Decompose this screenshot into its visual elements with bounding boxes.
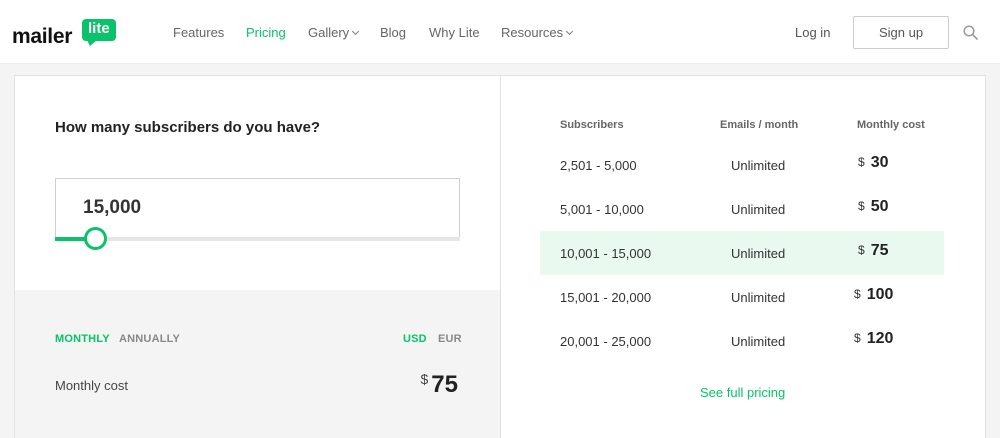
logo-badge: lite xyxy=(82,19,116,41)
row-emails: Unlimited xyxy=(731,290,786,305)
row-range: 10,001 - 15,000 xyxy=(560,246,652,261)
signup-button[interactable]: Sign up xyxy=(853,16,949,49)
chevron-down-icon xyxy=(352,27,360,36)
see-full-pricing-link[interactable]: See full pricing xyxy=(700,385,785,400)
row-emails: Unlimited xyxy=(731,202,786,217)
subscriber-question: How many subscribers do you have? xyxy=(55,119,321,136)
row-emails: Unlimited xyxy=(731,246,786,261)
monthly-cost-label: Monthly cost xyxy=(55,378,128,393)
pricing-calculator-card: How many subscribers do you have? MONTHL… xyxy=(14,75,986,438)
row-range: 20,001 - 25,000 xyxy=(560,334,652,349)
billing-monthly-toggle[interactable]: MONTHLY xyxy=(55,333,110,345)
row-currency: $ xyxy=(854,331,861,345)
search-icon[interactable] xyxy=(963,25,978,40)
logo-text: mailer xyxy=(12,25,73,48)
nav-blog[interactable]: Blog xyxy=(380,25,406,40)
cost-currency-symbol: $ xyxy=(420,371,429,387)
monthly-cost-price: $75 xyxy=(421,371,459,399)
nav-gallery[interactable]: Gallery xyxy=(308,25,360,40)
header-emails: Emails / month xyxy=(720,119,799,131)
pricing-row-highlighted: 10,001 - 15,000 Unlimited $75 xyxy=(540,231,944,275)
pricing-row: 2,501 - 5,000 Unlimited $30 xyxy=(540,143,944,187)
subscriber-count-input[interactable] xyxy=(55,178,460,238)
pricing-row: 5,001 - 10,000 Unlimited $50 xyxy=(540,187,944,231)
row-cost: $30 xyxy=(858,154,958,172)
nav-why-lite[interactable]: Why Lite xyxy=(429,25,480,40)
row-emails: Unlimited xyxy=(731,334,786,349)
row-currency: $ xyxy=(858,155,865,169)
row-cost: $75 xyxy=(858,242,958,260)
row-range: 15,001 - 20,000 xyxy=(560,290,652,305)
nav-features[interactable]: Features xyxy=(173,25,224,40)
currency-usd-toggle[interactable]: USD xyxy=(403,333,427,345)
nav-features-label: Features xyxy=(173,25,225,40)
billing-annually-toggle[interactable]: ANNUALLY xyxy=(119,333,180,345)
row-cost: $100 xyxy=(854,286,954,304)
nav-blog-label: Blog xyxy=(380,25,407,40)
nav-why-lite-label: Why Lite xyxy=(429,25,480,40)
row-cost-value: 100 xyxy=(866,286,894,303)
row-range: 2,501 - 5,000 xyxy=(560,158,637,173)
cost-summary-panel xyxy=(15,290,500,438)
subscriber-slider-track[interactable] xyxy=(55,237,460,241)
header-subscribers: Subscribers xyxy=(560,119,624,131)
nav-gallery-label: Gallery xyxy=(308,25,350,40)
row-currency: $ xyxy=(854,287,861,301)
row-cost: $120 xyxy=(854,330,954,348)
row-cost-value: 50 xyxy=(870,198,889,215)
row-currency: $ xyxy=(858,243,865,257)
subscriber-slider-handle[interactable] xyxy=(84,227,107,250)
nav-pricing[interactable]: Pricing xyxy=(246,25,286,40)
row-emails: Unlimited xyxy=(731,158,786,173)
nav-resources[interactable]: Resources xyxy=(501,25,574,40)
header-monthly-cost: Monthly cost xyxy=(857,119,925,131)
row-cost-value: 30 xyxy=(870,154,889,171)
pricing-row: 20,001 - 25,000 Unlimited $120 xyxy=(540,319,944,363)
panel-divider xyxy=(500,76,501,438)
pricing-row: 15,001 - 20,000 Unlimited $100 xyxy=(540,275,944,319)
nav-pricing-label: Pricing xyxy=(246,25,286,40)
site-header: mailer lite Features Pricing Gallery Blo… xyxy=(0,0,1000,64)
row-range: 5,001 - 10,000 xyxy=(560,202,644,217)
cost-value: 75 xyxy=(431,371,458,398)
row-cost-value: 120 xyxy=(866,330,894,347)
row-cost-value: 75 xyxy=(870,242,889,259)
chevron-down-icon xyxy=(566,27,574,36)
nav-resources-label: Resources xyxy=(501,25,564,40)
currency-eur-toggle[interactable]: EUR xyxy=(438,333,462,345)
row-currency: $ xyxy=(858,199,865,213)
login-link[interactable]: Log in xyxy=(795,25,830,40)
row-cost: $50 xyxy=(858,198,958,216)
